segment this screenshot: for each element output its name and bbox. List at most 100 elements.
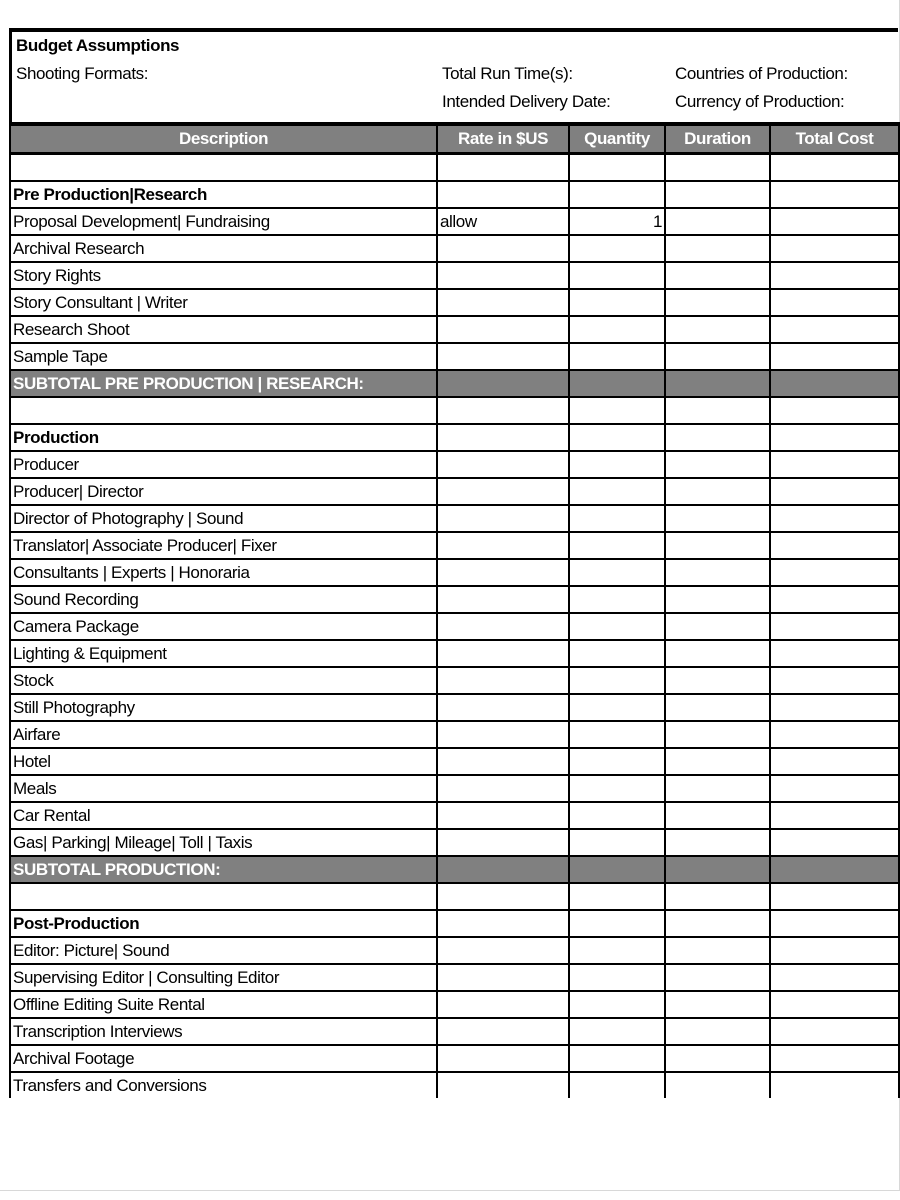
cell-description[interactable]: Hotel: [9, 747, 438, 776]
cell-total-cost[interactable]: [769, 990, 900, 1019]
cell-rate[interactable]: [436, 828, 570, 857]
cell-total-cost[interactable]: [769, 207, 900, 236]
cell-quantity[interactable]: [568, 450, 666, 479]
cell-total-cost[interactable]: [769, 423, 900, 452]
cell-duration[interactable]: [664, 369, 771, 398]
cell-duration[interactable]: [664, 855, 771, 884]
cell-rate[interactable]: [436, 936, 570, 965]
cell-description[interactable]: Sound Recording: [9, 585, 438, 614]
cell-description[interactable]: Proposal Development| Fundraising: [9, 207, 438, 236]
cell-duration[interactable]: [664, 315, 771, 344]
cell-description[interactable]: SUBTOTAL PRODUCTION:: [9, 855, 438, 884]
cell-rate[interactable]: [436, 774, 570, 803]
cell-quantity[interactable]: 1: [568, 207, 666, 236]
cell-total-cost[interactable]: [769, 504, 900, 533]
cell-rate[interactable]: [436, 1017, 570, 1046]
cell-total-cost[interactable]: [769, 585, 900, 614]
cell-description[interactable]: Director of Photography | Sound: [9, 504, 438, 533]
cell-quantity[interactable]: [568, 396, 666, 425]
cell-duration[interactable]: [664, 152, 771, 182]
cell-duration[interactable]: [664, 585, 771, 614]
cell-description[interactable]: Consultants | Experts | Honoraria: [9, 558, 438, 587]
cell-duration[interactable]: [664, 1071, 771, 1098]
cell-rate[interactable]: [436, 585, 570, 614]
cell-description[interactable]: Producer: [9, 450, 438, 479]
cell-total-cost[interactable]: [769, 152, 900, 182]
cell-quantity[interactable]: [568, 666, 666, 695]
cell-duration[interactable]: [664, 828, 771, 857]
cell-rate[interactable]: [436, 909, 570, 938]
cell-rate[interactable]: [436, 152, 570, 182]
cell-quantity[interactable]: [568, 152, 666, 182]
cell-total-cost[interactable]: [769, 180, 900, 209]
cell-quantity[interactable]: [568, 369, 666, 398]
cell-rate[interactable]: [436, 1044, 570, 1073]
cell-total-cost[interactable]: [769, 666, 900, 695]
cell-quantity[interactable]: [568, 261, 666, 290]
cell-rate[interactable]: [436, 288, 570, 317]
cell-rate[interactable]: [436, 315, 570, 344]
cell-quantity[interactable]: [568, 423, 666, 452]
cell-rate[interactable]: [436, 369, 570, 398]
cell-duration[interactable]: [664, 207, 771, 236]
cell-duration[interactable]: [664, 504, 771, 533]
cell-total-cost[interactable]: [769, 639, 900, 668]
cell-description[interactable]: SUBTOTAL PRE PRODUCTION | RESEARCH:: [9, 369, 438, 398]
cell-rate[interactable]: [436, 396, 570, 425]
cell-quantity[interactable]: [568, 801, 666, 830]
cell-quantity[interactable]: [568, 558, 666, 587]
cell-rate[interactable]: [436, 855, 570, 884]
cell-rate[interactable]: [436, 639, 570, 668]
cell-rate[interactable]: [436, 747, 570, 776]
cell-rate[interactable]: [436, 531, 570, 560]
cell-rate[interactable]: [436, 990, 570, 1019]
cell-total-cost[interactable]: [769, 909, 900, 938]
cell-description[interactable]: Archival Research: [9, 234, 438, 263]
cell-rate[interactable]: allow: [436, 207, 570, 236]
cell-duration[interactable]: [664, 963, 771, 992]
cell-description[interactable]: Transcription Interviews: [9, 1017, 438, 1046]
cell-total-cost[interactable]: [769, 936, 900, 965]
cell-description[interactable]: Post-Production: [9, 909, 438, 938]
cell-quantity[interactable]: [568, 774, 666, 803]
cell-duration[interactable]: [664, 936, 771, 965]
cell-quantity[interactable]: [568, 288, 666, 317]
cell-total-cost[interactable]: [769, 855, 900, 884]
cell-quantity[interactable]: [568, 936, 666, 965]
cell-rate[interactable]: [436, 180, 570, 209]
cell-duration[interactable]: [664, 774, 771, 803]
cell-quantity[interactable]: [568, 720, 666, 749]
cell-quantity[interactable]: [568, 234, 666, 263]
cell-description[interactable]: Story Rights: [9, 261, 438, 290]
cell-quantity[interactable]: [568, 612, 666, 641]
cell-description[interactable]: Car Rental: [9, 801, 438, 830]
cell-duration[interactable]: [664, 666, 771, 695]
cell-total-cost[interactable]: [769, 1071, 900, 1098]
cell-duration[interactable]: [664, 720, 771, 749]
cell-quantity[interactable]: [568, 747, 666, 776]
cell-total-cost[interactable]: [769, 693, 900, 722]
cell-duration[interactable]: [664, 396, 771, 425]
cell-total-cost[interactable]: [769, 261, 900, 290]
cell-duration[interactable]: [664, 450, 771, 479]
cell-description[interactable]: Story Consultant | Writer: [9, 288, 438, 317]
cell-rate[interactable]: [436, 1071, 570, 1098]
cell-duration[interactable]: [664, 693, 771, 722]
cell-description[interactable]: Editor: Picture| Sound: [9, 936, 438, 965]
cell-total-cost[interactable]: [769, 477, 900, 506]
cell-rate[interactable]: [436, 963, 570, 992]
cell-quantity[interactable]: [568, 909, 666, 938]
cell-duration[interactable]: [664, 882, 771, 911]
cell-duration[interactable]: [664, 288, 771, 317]
cell-duration[interactable]: [664, 342, 771, 371]
cell-duration[interactable]: [664, 180, 771, 209]
cell-duration[interactable]: [664, 639, 771, 668]
cell-rate[interactable]: [436, 342, 570, 371]
cell-description[interactable]: Gas| Parking| Mileage| Toll | Taxis: [9, 828, 438, 857]
cell-description[interactable]: Transfers and Conversions: [9, 1071, 438, 1098]
cell-total-cost[interactable]: [769, 288, 900, 317]
cell-total-cost[interactable]: [769, 450, 900, 479]
cell-rate[interactable]: [436, 504, 570, 533]
cell-duration[interactable]: [664, 801, 771, 830]
cell-description[interactable]: Offline Editing Suite Rental: [9, 990, 438, 1019]
